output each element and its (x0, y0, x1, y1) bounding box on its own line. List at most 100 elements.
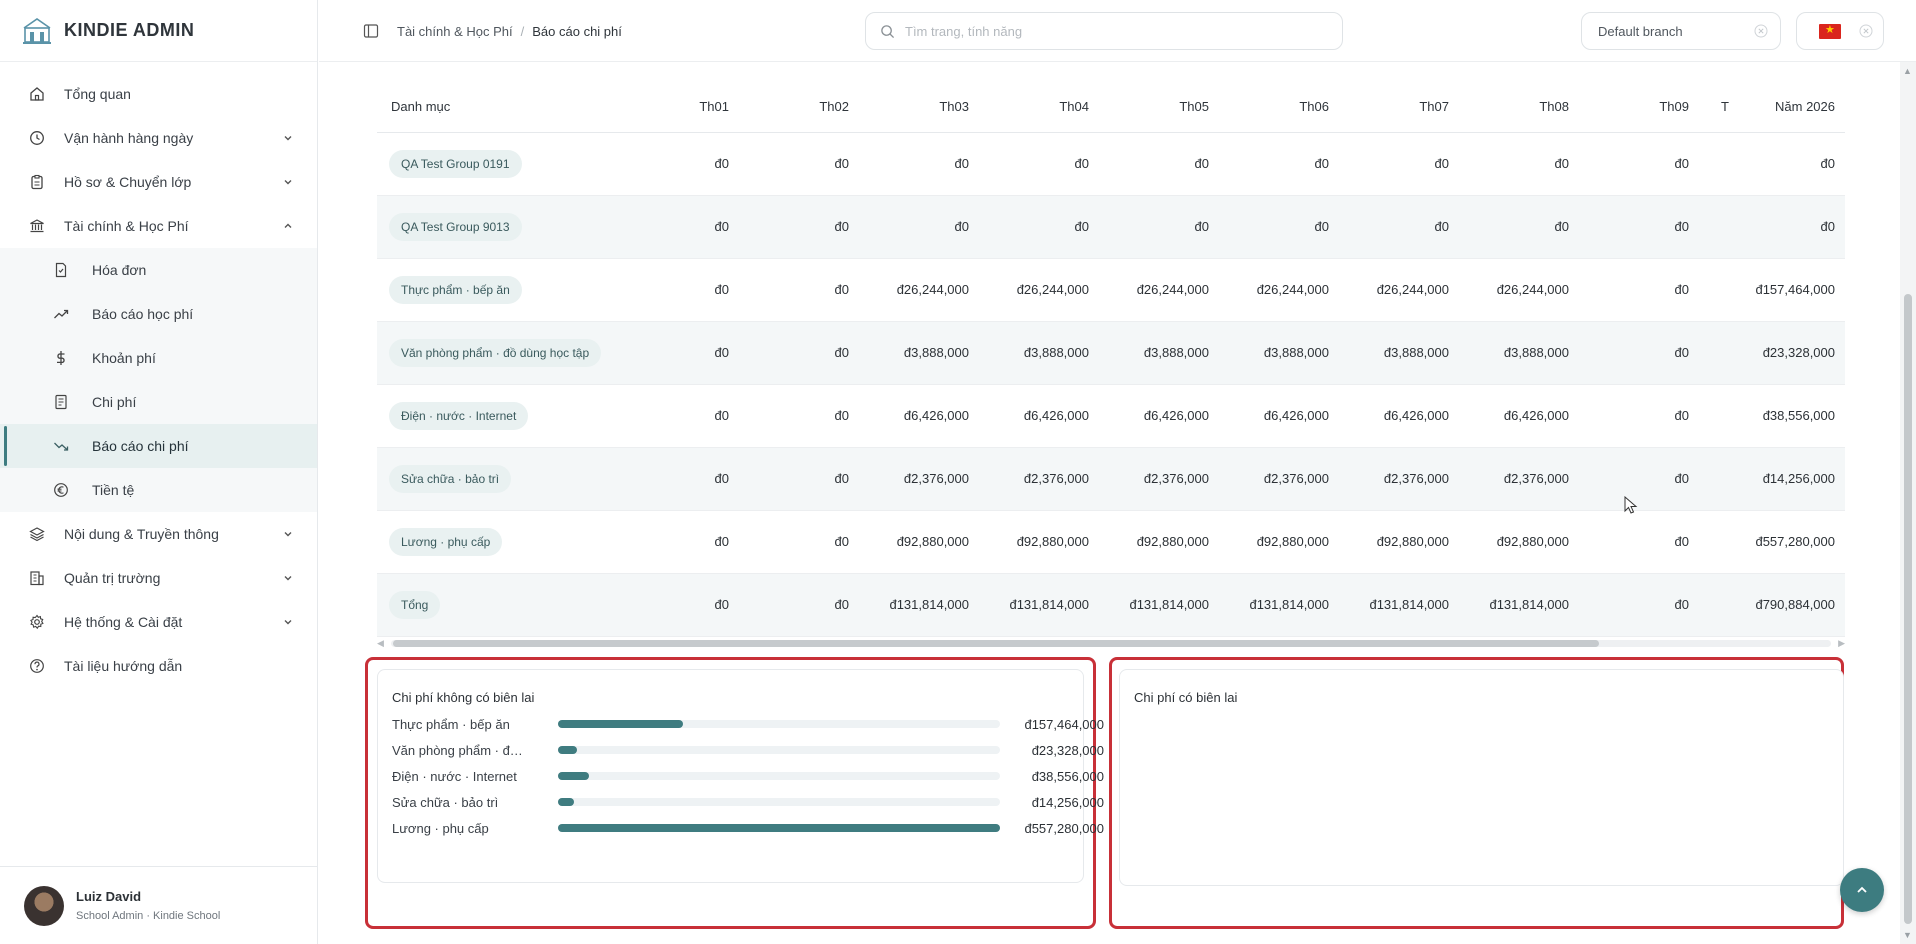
amount-cell: đ131,814,000 (1339, 573, 1459, 637)
app-title: KINDIE ADMIN (64, 20, 195, 40)
amount-cell: đ0 (739, 384, 859, 448)
amount-cell: đ2,376,000 (1099, 447, 1219, 511)
clear-icon[interactable] (1859, 24, 1873, 38)
app-logo[interactable]: KINDIE ADMIN (0, 0, 317, 62)
amount-cell: đ3,888,000 (859, 321, 979, 385)
category-cell: Điện · nước · Internet (377, 384, 619, 448)
sidebar-item-system-settings[interactable]: Hệ thống & Cài đặt (0, 600, 317, 644)
trending-down-icon (52, 437, 70, 455)
breadcrumb-current: Báo cáo chi phí (532, 23, 622, 39)
amount-cell: đ92,880,000 (859, 510, 979, 574)
chevron-up-icon (281, 219, 295, 233)
amount-cell: đ0 (1579, 573, 1699, 637)
sidebar-item-expense-report[interactable]: Báo cáo chi phí (0, 424, 317, 468)
sidebar-item-tuition-report[interactable]: Báo cáo học phí (0, 292, 317, 336)
amount-cell: đ0 (739, 321, 859, 385)
vietnam-flag-icon (1819, 23, 1841, 39)
scroll-up-icon[interactable]: ▲ (1903, 66, 1912, 76)
sidebar-nav: Tổng quan Vận hành hàng ngày Hồ sơ & Chu… (0, 62, 317, 688)
amount-cell: đ6,426,000 (1459, 384, 1579, 448)
sidebar-item-label: Báo cáo học phí (92, 306, 194, 322)
column-header: Danh mục (377, 82, 619, 133)
amount-cell: đ0 (1459, 195, 1579, 259)
amount-cell (1699, 573, 1739, 637)
sidebar-item-records[interactable]: Hồ sơ & Chuyển lớp (0, 160, 317, 204)
chevron-up-icon (1857, 886, 1867, 893)
scroll-left-icon[interactable]: ◀ (377, 638, 384, 649)
column-header: Năm 2026 (1739, 82, 1845, 133)
amount-cell: đ2,376,000 (1459, 447, 1579, 511)
amount-cell: đ2,376,000 (1339, 447, 1459, 511)
table-row: QA Test Group 0191 đ0 đ0 đ0 đ0 đ0 đ0 đ0 đ0 đ0 đ0 (377, 132, 1845, 196)
amount-cell (1699, 258, 1739, 322)
sidebar-item-daily-operations[interactable]: Vận hành hàng ngày (0, 116, 317, 160)
sidebar-item-overview[interactable]: Tổng quan (0, 72, 317, 116)
category-chip: Điện · nước · Internet (389, 401, 529, 430)
scroll-down-icon[interactable]: ▼ (1903, 930, 1912, 940)
amount-cell: đ23,328,000 (1739, 321, 1845, 385)
search-box[interactable] (865, 12, 1343, 50)
bar-label: Thực phẩm · bếp ăn (392, 716, 510, 732)
amount-cell: đ26,244,000 (859, 258, 979, 322)
sidebar-item-expenses[interactable]: Chi phí (0, 380, 317, 424)
table-header-row: Danh mục Th01 Th02 Th03 Th04 Th05 Th06 Th07 Th08… (377, 82, 1845, 133)
amount-cell: đ14,256,000 (1739, 447, 1845, 511)
receipt-expense-panel: Chi phí có biên lai (1119, 669, 1844, 886)
language-select[interactable] (1796, 12, 1884, 50)
vertical-scrollbar[interactable]: ▲ ▼ (1900, 62, 1916, 944)
amount-cell: đ0 (619, 321, 739, 385)
amount-cell: đ0 (1579, 510, 1699, 574)
sidebar-item-label: Hồ sơ & Chuyển lớp (64, 174, 192, 190)
sidebar-item-finance[interactable]: Tài chính & Học Phí (0, 204, 317, 248)
horizontal-scrollbar[interactable]: ◀ ▶ (377, 637, 1845, 649)
amount-cell: đ131,814,000 (1219, 573, 1339, 637)
mouse-cursor-icon (1624, 496, 1638, 514)
sidebar-item-content[interactable]: Nội dung & Truyền thông (0, 512, 317, 556)
sidebar-item-school-admin[interactable]: Quản trị trường (0, 556, 317, 600)
bar-label: Văn phòng phẩm · đ… (392, 742, 523, 758)
table-row: Thực phẩm · bếp ăn đ0 đ0 đ26,244,000 đ26,244… (377, 258, 1845, 322)
amount-cell: đ131,814,000 (979, 573, 1099, 637)
user-profile[interactable]: Luiz David School Admin · Kindie School (0, 866, 318, 944)
branch-select[interactable]: Default branch (1581, 12, 1781, 50)
scroll-thumb[interactable] (1904, 294, 1912, 924)
amount-cell: đ26,244,000 (1459, 258, 1579, 322)
scroll-thumb[interactable] (393, 640, 1599, 647)
amount-cell (1699, 321, 1739, 385)
amount-cell: đ0 (1739, 132, 1845, 196)
table-row: Tổng đ0 đ0 đ131,814,000 đ131,814,000 đ131,814… (377, 573, 1845, 637)
sidebar-item-docs[interactable]: Tài liệu hướng dẫn (0, 644, 317, 688)
sidebar-item-label: Vận hành hàng ngày (64, 130, 194, 146)
amount-cell: đ0 (859, 195, 979, 259)
expense-bar-row: Thực phẩm · bếp ăn đ157,464,000 (392, 715, 1104, 733)
table-row: Điện · nước · Internet đ0 đ0 đ6,426,000 đ6,4… (377, 384, 1845, 448)
help-icon (28, 657, 46, 675)
category-chip: Thực phẩm · bếp ăn (389, 275, 522, 304)
amount-cell: đ131,814,000 (1099, 573, 1219, 637)
amount-cell: đ92,880,000 (1339, 510, 1459, 574)
category-chip: Tổng (389, 590, 441, 619)
amount-cell: đ2,376,000 (859, 447, 979, 511)
user-role: School Admin · Kindie School (76, 910, 221, 922)
panel-title: Chi phí không có biên lai (392, 690, 535, 705)
sidebar-item-currency[interactable]: Tiền tệ (0, 468, 317, 512)
expense-bar-row: Văn phòng phẩm · đ… đ23,328,000 (392, 741, 1104, 759)
amount-cell: đ6,426,000 (979, 384, 1099, 448)
school-logo-icon (23, 17, 51, 44)
sidebar-item-invoices[interactable]: Hóa đơn (0, 248, 317, 292)
amount-cell: đ3,888,000 (979, 321, 1099, 385)
sidebar-toggle-icon[interactable] (363, 23, 379, 39)
table-row: Lương · phụ cấp đ0 đ0 đ92,880,000 đ92,880,00… (377, 510, 1845, 574)
clear-icon[interactable] (1754, 24, 1768, 38)
breadcrumb-finance[interactable]: Tài chính & Học Phí (397, 24, 513, 39)
amount-cell: đ6,426,000 (1339, 384, 1459, 448)
amount-cell: đ0 (619, 384, 739, 448)
search-input[interactable] (905, 23, 1325, 39)
amount-cell: đ0 (619, 510, 739, 574)
scroll-to-top-button[interactable] (1840, 868, 1884, 912)
scroll-right-icon[interactable]: ▶ (1838, 638, 1845, 649)
bar-fill (558, 746, 577, 754)
sidebar-item-label: Tài liệu hướng dẫn (64, 658, 183, 674)
sidebar-item-fees[interactable]: Khoản phí (0, 336, 317, 380)
receipt-icon (52, 393, 70, 411)
